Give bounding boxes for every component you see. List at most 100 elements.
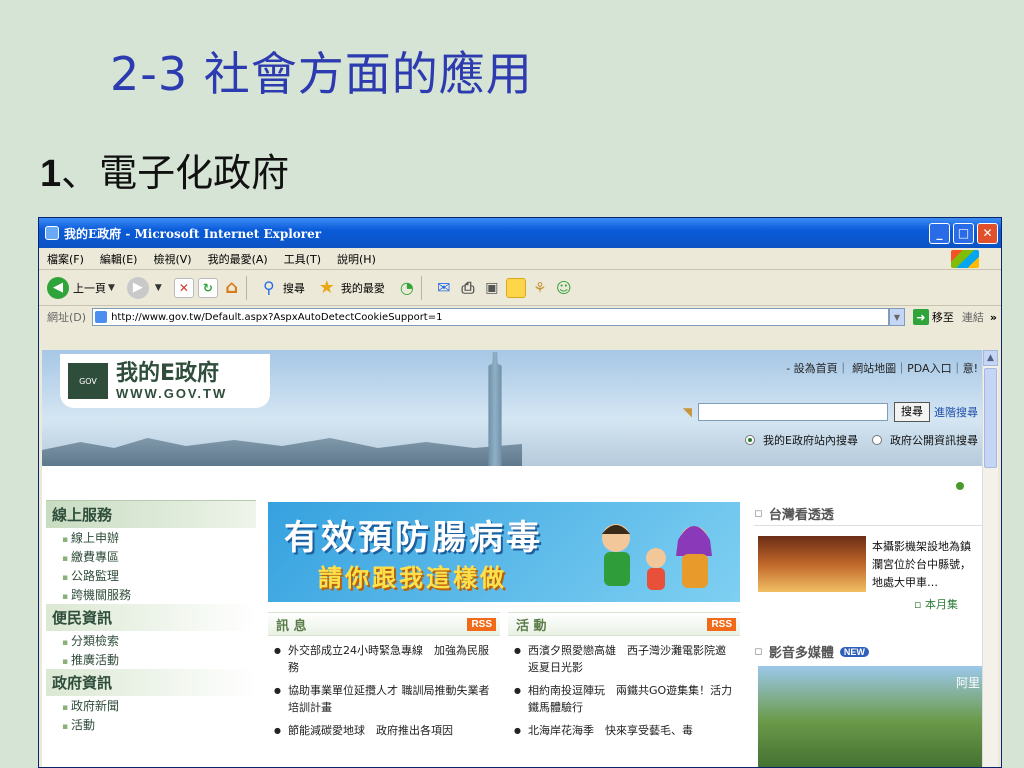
activities-rss-button[interactable]: RSS xyxy=(707,617,736,631)
news-item[interactable]: 協助事業單位延攬人才 職訓局推動失業者培訓計畫 xyxy=(268,676,500,716)
promo-banner[interactable]: 有效預防腸病毒 請你跟我這樣做 xyxy=(268,502,740,602)
slide-subtitle: 1、電子化政府 xyxy=(40,142,289,197)
sidebar-item[interactable]: 推廣活動 xyxy=(46,650,256,669)
right-column: 台灣看透透 本攝影機架設地為鎮瀾宮位於台中縣號，地處大甲車… ▫ 本月集 影音多… xyxy=(754,502,984,767)
temple-photo[interactable] xyxy=(758,536,866,592)
site-search: ◥ 搜尋 進階搜尋 xyxy=(683,402,978,422)
menu-edit[interactable]: 編輯(E) xyxy=(100,251,138,267)
search-scope: 我的E政府站內搜尋 政府公開資訊搜尋 xyxy=(731,432,978,448)
multimedia-caption: 阿里 xyxy=(955,676,980,690)
taiwan-heading[interactable]: 台灣看透透 xyxy=(754,502,984,526)
back-label: 上一頁 xyxy=(73,281,106,295)
gov-logo-mark: GOV xyxy=(68,363,108,399)
favorites-button[interactable]: ★ 我的最愛 xyxy=(317,277,385,298)
stop-icon[interactable]: ✕ xyxy=(173,277,194,298)
radio-site-search[interactable] xyxy=(745,435,756,445)
windows-logo-icon xyxy=(951,250,979,268)
sidebar-item[interactable]: 政府新聞 xyxy=(46,696,256,715)
history-icon[interactable]: ◔ xyxy=(397,278,417,298)
page-icon xyxy=(95,311,108,323)
activities-header: 活 動 RSS xyxy=(508,612,740,636)
advanced-search-link[interactable]: 進階搜尋 xyxy=(934,404,978,420)
taiwan-text: 本攝影機架設地為鎮瀾宮位於台中縣號，地處大甲車… xyxy=(872,540,971,589)
new-badge: NEW xyxy=(839,646,869,657)
news-title: 訊 息 xyxy=(276,618,307,634)
menu-help[interactable]: 說明(H) xyxy=(337,251,376,267)
browser-window: 我的E政府 - Microsoft Internet Explorer _ □ … xyxy=(38,217,1002,768)
vertical-scrollbar[interactable]: ▲ xyxy=(982,350,998,767)
go-button[interactable]: ➜ 移至 xyxy=(912,309,954,325)
sidebar-item[interactable]: 線上申辦 xyxy=(46,528,256,547)
banner-headline: 有效預防腸病毒 xyxy=(284,518,543,558)
sidebar-item[interactable]: 繳費專區 xyxy=(46,547,256,566)
site-logo[interactable]: GOV 我的E政府 WWW.GOV.TW xyxy=(60,354,270,408)
links-more-icon[interactable]: » xyxy=(990,311,997,324)
sidebar-item[interactable]: 活動 xyxy=(46,715,256,734)
radio-public-label: 政府公開資訊搜尋 xyxy=(890,434,978,447)
sidebar-heading-convenience[interactable]: 便民資訊 xyxy=(46,604,256,631)
site-search-input[interactable] xyxy=(698,403,888,421)
search-icon: ⚲ xyxy=(262,278,275,297)
refresh-icon[interactable]: ↻ xyxy=(197,277,218,298)
toolbar-separator xyxy=(245,275,247,300)
back-dropdown-icon: ▼ xyxy=(108,282,115,293)
star-icon: ★ xyxy=(318,277,335,298)
sidebar-heading-gov-info[interactable]: 政府資訊 xyxy=(46,669,256,696)
taiwan-more-link[interactable]: ▫ 本月集 xyxy=(914,596,958,612)
close-button[interactable]: ✕ xyxy=(977,222,998,244)
family-illustration xyxy=(602,524,712,590)
back-arrow-icon: ◀ xyxy=(47,276,69,299)
sidebar-item[interactable]: 公路監理 xyxy=(46,566,256,585)
menu-tools[interactable]: 工具(T) xyxy=(284,251,321,267)
favorites-label: 我的最愛 xyxy=(340,281,385,295)
multimedia-heading[interactable]: 影音多媒體 NEW xyxy=(754,640,984,663)
site-search-button[interactable]: 搜尋 xyxy=(894,402,930,422)
home-icon[interactable]: ⌂ xyxy=(222,277,242,298)
research-icon[interactable]: ⚘ xyxy=(530,278,550,298)
search-button[interactable]: ⚲ 搜尋 xyxy=(259,278,305,298)
menu-favorites[interactable]: 我的最愛(A) xyxy=(208,251,268,267)
go-arrow-icon: ➜ xyxy=(912,309,929,325)
menu-view[interactable]: 檢視(V) xyxy=(153,251,191,267)
print-icon[interactable]: ⎙ xyxy=(458,278,478,298)
menu-file[interactable]: 檔案(F) xyxy=(47,251,84,267)
top-links[interactable]: - 設為首頁｜ 網站地圖｜PDA入口｜意! xyxy=(786,360,978,376)
news-item[interactable]: 節能減碳愛地球 政府推出各項因 xyxy=(268,716,500,739)
sidebar-item[interactable]: 分類檢索 xyxy=(46,631,256,650)
activities-title: 活 動 xyxy=(516,618,547,634)
links-label[interactable]: 連結 xyxy=(962,309,984,325)
activity-item[interactable]: 相約南投逗陣玩 兩鐵共GO遊集集！活力鐵馬體驗行 xyxy=(508,676,740,716)
radio-site-label: 我的E政府站內搜尋 xyxy=(763,434,858,447)
maximize-button[interactable]: □ xyxy=(953,222,974,244)
logo-title: 我的E政府 xyxy=(116,360,220,386)
banner-subline: 請你跟我這樣做 xyxy=(318,564,507,592)
activity-item[interactable]: 西濱夕照愛戀高雄 西子灣沙灘電影院邀返夏日光影 xyxy=(508,636,740,676)
scroll-up-icon[interactable]: ▲ xyxy=(983,350,998,366)
minimize-button[interactable]: _ xyxy=(929,222,950,244)
back-button[interactable]: ◀ 上一頁 ▼ xyxy=(47,276,115,299)
news-rss-button[interactable]: RSS xyxy=(467,617,496,631)
address-dropdown-icon[interactable]: ▼ xyxy=(888,308,905,326)
status-dot-icon xyxy=(956,482,964,490)
sidebar: 線上服務 線上申辦 繳費專區 公路監理 跨機關服務 便民資訊 分類檢索 推廣活動… xyxy=(46,500,256,734)
forward-button[interactable]: ▶ ▼ xyxy=(126,276,162,299)
menu-bar: 檔案(F) 編輯(E) 檢視(V) 我的最愛(A) 工具(T) 說明(H) xyxy=(39,248,1001,270)
address-input[interactable]: http://www.gov.tw/Default.aspx?AspxAutoD… xyxy=(92,308,889,326)
radio-public-info[interactable] xyxy=(872,435,882,445)
ie-icon xyxy=(45,226,59,240)
edit-icon[interactable]: ▣ xyxy=(482,278,502,298)
sidebar-heading-online[interactable]: 線上服務 xyxy=(46,500,256,528)
folder-icon[interactable] xyxy=(505,277,526,298)
messenger-icon[interactable]: ☺ xyxy=(554,278,574,298)
news-item[interactable]: 外交部成立24小時緊急專線 加強為民服務 xyxy=(268,636,500,676)
toolbar: ◀ 上一頁 ▼ ▶ ▼ ✕ ↻ ⌂ ⚲ 搜尋 ★ 我的最愛 ◔ ✉ ⎙ ▣ ⚘ … xyxy=(39,270,1001,306)
slide-title: 2-3 社會方面的應用 xyxy=(110,47,533,101)
multimedia-photo[interactable]: 阿里 xyxy=(758,666,984,767)
scroll-thumb[interactable] xyxy=(984,368,997,468)
mail-icon[interactable]: ✉ xyxy=(434,278,454,298)
address-bar: 網址(D) http://www.gov.tw/Default.aspx?Asp… xyxy=(39,306,1001,328)
web-page: GOV 我的E政府 WWW.GOV.TW - 設為首頁｜ 網站地圖｜PDA入口｜… xyxy=(42,350,998,767)
subtitle-number: 1 xyxy=(40,153,62,195)
sidebar-item[interactable]: 跨機關服務 xyxy=(46,585,256,604)
activity-item[interactable]: 北海岸花海季 快來享受藝毛、毒 xyxy=(508,716,740,739)
